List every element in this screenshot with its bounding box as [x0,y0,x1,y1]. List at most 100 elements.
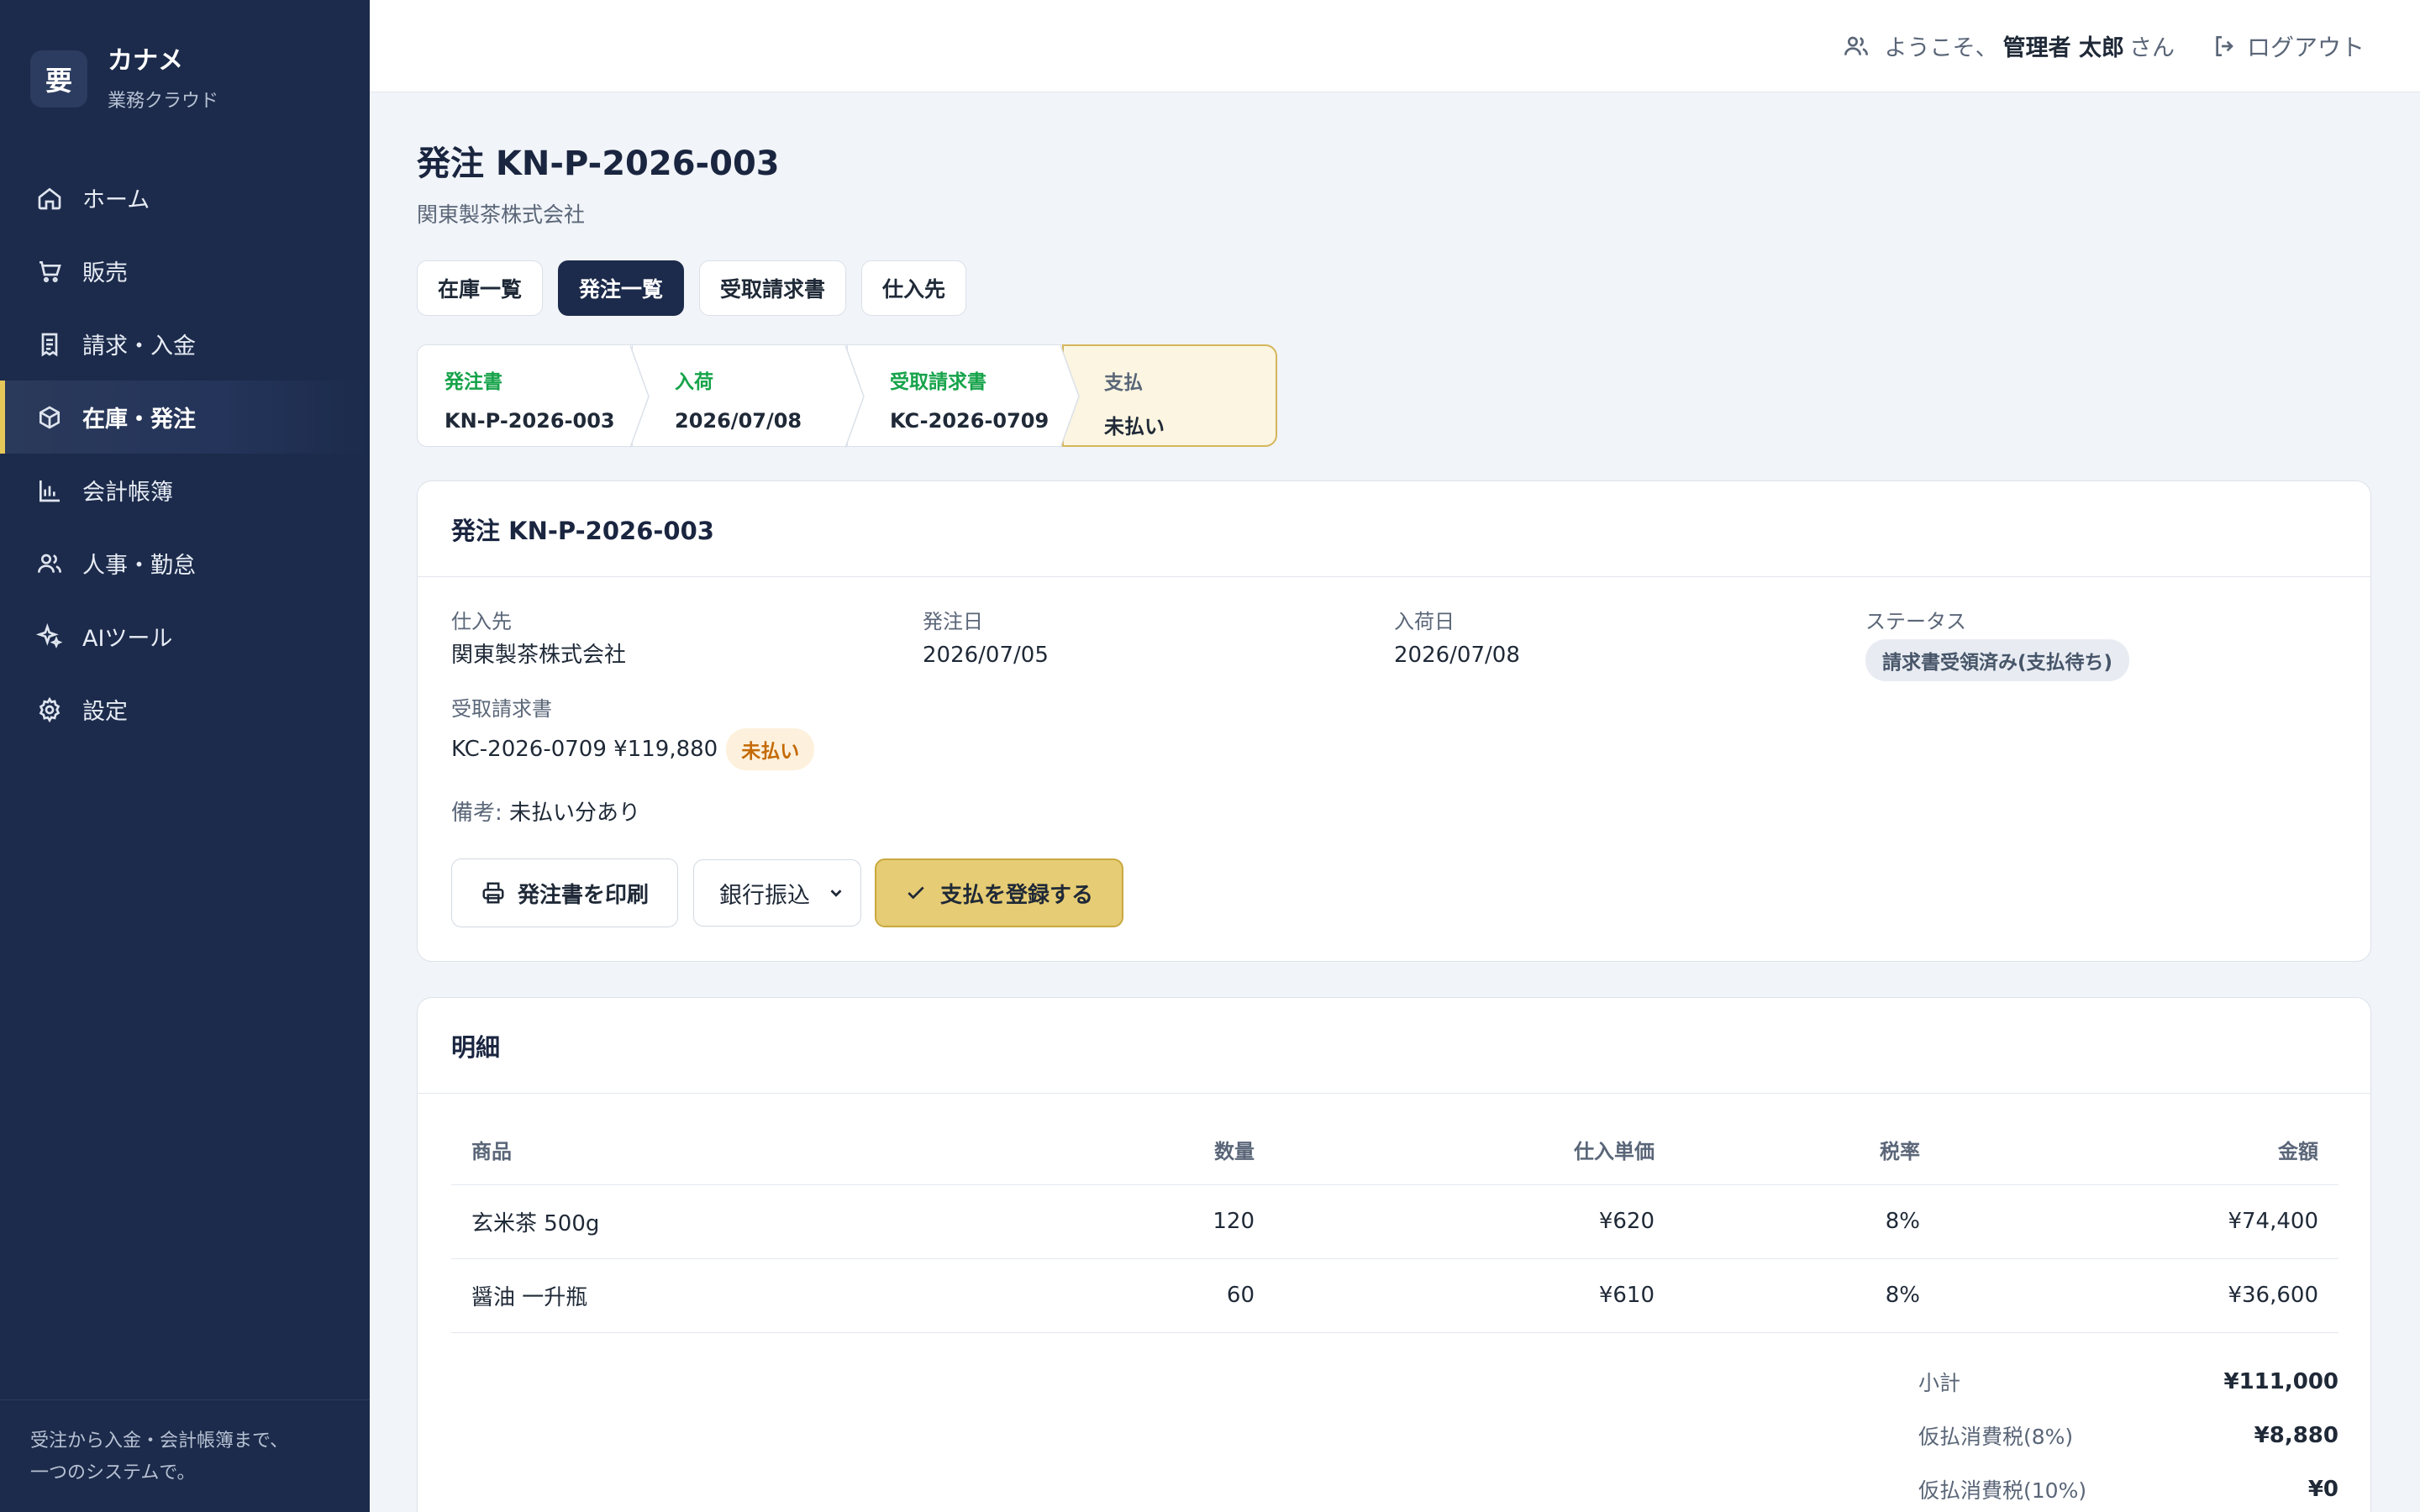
register-payment-button[interactable]: 支払を登録する [875,858,1124,927]
sidebar-item-hr[interactable]: 人事・勤怠 [0,527,370,600]
step-value: KC-2026-0709 [890,409,1050,433]
step-value: 2026/07/08 [675,409,802,433]
print-order-button[interactable]: 発注書を印刷 [451,858,679,927]
action-bar: 発注書を印刷 銀行振込 支払を登録する [451,858,2337,927]
tab-order-list[interactable]: 発注一覧 [558,260,685,316]
table-row[interactable]: 玄米茶 500g 120 ¥620 8% ¥74,400 [451,1184,2338,1259]
page-title: 発注 KN-P-2026-003 [417,144,780,183]
content: 発注 KN-P-2026-003 関東製茶株式会社 在庫一覧 発注一覧 受取請求… [370,92,2420,1512]
box-icon [35,403,64,432]
tab-inventory-list[interactable]: 在庫一覧 [417,260,544,316]
sidebar-item-sales[interactable]: 販売 [0,234,370,307]
step-arrival[interactable]: 入荷 2026/07/08 [632,344,865,448]
column-header-amount: 金額 [1940,1116,2338,1185]
chevron-right-icon [1060,345,1080,448]
logout-icon [2216,35,2233,56]
line-items-table: 商品 数量 仕入単価 税率 金額 玄米茶 500g 120 ¥620 8% ¥7… [451,1116,2338,1333]
sidebar-item-ai-tools[interactable]: AIツール [0,600,370,673]
brand-name: カナメ [108,46,183,76]
column-header-tax-rate: 税率 [1675,1116,1940,1185]
tab-bar: 在庫一覧 発注一覧 受取請求書 仕入先 [417,260,2371,316]
step-label: 発注書 [445,371,502,393]
cell-unit-price: ¥620 [1275,1184,1675,1259]
bar-chart-icon [35,476,64,505]
main-area: ようこそ、 管理者 太郎 さん ログアウト 発注 KN-P-2026-003 関… [370,0,2420,1512]
cell-tax-rate: 8% [1675,1258,1940,1333]
step-received-invoice[interactable]: 受取請求書 KC-2026-0709 [847,344,1080,448]
logout-button[interactable]: ログアウト [2212,29,2365,63]
invoice-value[interactable]: KC-2026-0709 ¥119,880 [451,735,718,764]
sidebar-item-billing[interactable]: 請求・入金 [0,307,370,381]
tab-received-invoices[interactable]: 受取請求書 [699,260,847,316]
cell-qty: 120 [1149,1184,1275,1259]
sidebar-item-inventory[interactable]: 在庫・発注 [0,381,370,454]
user-icon [1844,36,1868,55]
total-label: 仮払消費税(8%) [1918,1424,2074,1449]
cell-unit-price: ¥610 [1275,1258,1675,1333]
cell-item: 醤油 一升瓶 [451,1258,1149,1333]
supplier-value: 関東製茶株式会社 [451,643,627,668]
welcome-message: ようこそ、 管理者 太郎 さん [1843,29,2175,62]
step-label: 支払 [1104,372,1143,394]
sidebar-item-ledger[interactable]: 会計帳簿 [0,454,370,527]
total-row-subtotal: 小計 ¥111,000 [451,1355,2338,1409]
gear-icon [35,696,64,724]
order-date-label: 発注日 [923,610,983,633]
column-header-unit-price: 仕入単価 [1275,1116,1675,1185]
memo-value: 未払い分あり [509,801,641,826]
sidebar-footer-line1: 受注から入金・会計帳簿まで、 [30,1431,289,1452]
card-title: 明細 [418,998,2370,1094]
received-invoice: 受取請求書 KC-2026-0709 ¥119,880 未払い [451,696,2337,770]
line-items-card: 明細 商品 数量 仕入単価 税率 金額 玄米茶 500g 120 ¥620 8%… [417,997,2371,1512]
order-info-grid: 仕入先 関東製茶株式会社 発注日 2026/07/05 入荷日 2026/07/… [451,609,2337,681]
sidebar: 要 カナメ 業務クラウド ホーム 販売 請求・入金 在庫・発注 会計帳簿 人事・… [0,0,370,1512]
step-purchase-order[interactable]: 発注書 KN-P-2026-003 [417,344,650,448]
welcome-prefix: ようこそ、 [1884,35,1998,61]
print-order-label: 発注書を印刷 [518,882,650,908]
arrival-date-label: 入荷日 [1394,610,1455,633]
users-icon [35,549,64,578]
step-payment[interactable]: 支払 未払い [1062,344,1277,447]
cell-amount: ¥74,400 [1940,1184,2338,1259]
sidebar-item-label: AIツール [82,626,173,652]
step-label: 入荷 [675,371,713,393]
sidebar-item-home[interactable]: ホーム [0,161,370,234]
payment-method-select[interactable]: 銀行振込 [693,859,862,927]
sidebar-item-label: 販売 [82,260,128,286]
sidebar-footer: 受注から入金・会計帳簿まで、 一つのシステムで。 [0,1399,370,1512]
sidebar-nav: ホーム 販売 請求・入金 在庫・発注 会計帳簿 人事・勤怠 AIツール 設定 [0,161,370,746]
sidebar-item-label: 人事・勤怠 [82,553,196,579]
sidebar-item-label: 設定 [82,699,128,725]
sidebar-item-settings[interactable]: 設定 [0,673,370,746]
supplier-label: 仕入先 [451,610,512,633]
totals: 小計 ¥111,000 仮払消費税(8%) ¥8,880 仮払消費税(10%) … [451,1355,2338,1512]
check-icon [908,886,924,900]
brand[interactable]: 要 カナメ 業務クラウド [0,0,370,118]
invoice-label: 受取請求書 [451,697,552,721]
memo-key: 備考: [451,801,502,826]
total-label: 小計 [1918,1370,1961,1395]
chevron-right-icon [630,345,650,448]
table-row[interactable]: 醤油 一升瓶 60 ¥610 8% ¥36,600 [451,1258,2338,1333]
step-value: KN-P-2026-003 [445,409,615,433]
total-row-tax-10: 仮払消費税(10%) ¥0 [451,1462,2338,1512]
user-name: 管理者 太郎 [2002,35,2124,61]
unpaid-badge: 未払い [726,728,815,770]
tab-suppliers[interactable]: 仕入先 [861,260,967,316]
total-label: 仮払消費税(10%) [1918,1478,2087,1503]
payment-method-value: 銀行振込 [719,882,811,909]
status-label: ステータス [1865,610,1966,633]
column-header-qty: 数量 [1149,1116,1275,1185]
page-subtitle: 関東製茶株式会社 [417,202,586,227]
total-row-tax-8: 仮払消費税(8%) ¥8,880 [451,1409,2338,1462]
step-label: 受取請求書 [890,371,986,393]
status-badge: 請求書受領済み(支払待ち) [1865,639,2130,681]
cell-qty: 60 [1149,1258,1275,1333]
memo: 備考: 未払い分あり [451,795,2337,827]
logout-label: ログアウト [2246,33,2365,61]
chevron-down-icon [830,890,842,897]
column-header-item: 商品 [451,1116,1149,1185]
sidebar-footer-line2: 一つのシステムで。 [30,1462,196,1483]
cell-item: 玄米茶 500g [451,1184,1149,1259]
total-value: ¥111,000 [2223,1368,2338,1394]
